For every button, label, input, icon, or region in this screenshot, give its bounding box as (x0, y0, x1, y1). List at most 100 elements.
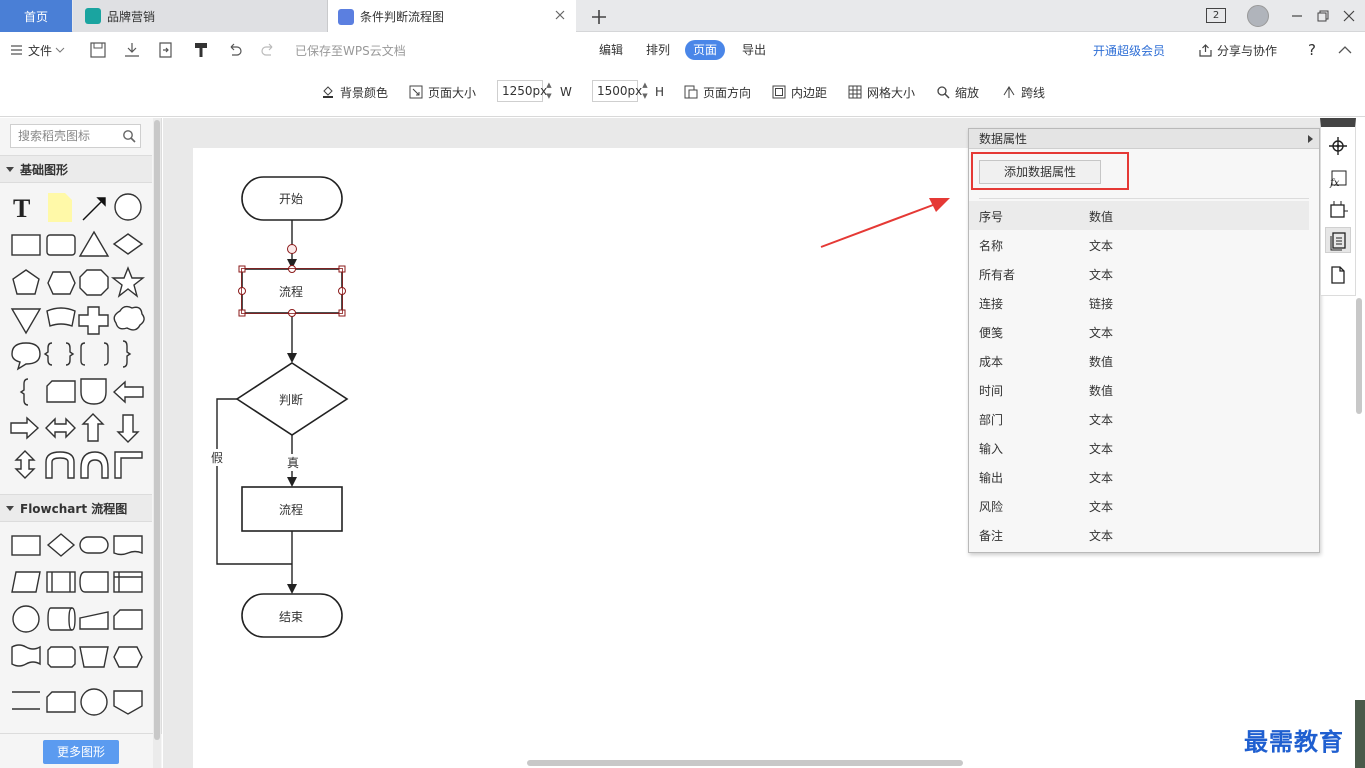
menu-edit[interactable]: 编辑 (591, 40, 631, 60)
attribute-type: 文本 (1089, 413, 1114, 427)
attribute-key: 风险 (979, 500, 1004, 514)
grid-size-label: 网格大小 (867, 85, 916, 100)
restore-icon[interactable] (1313, 6, 1333, 26)
menu-page[interactable]: 页面 (685, 40, 726, 60)
section-flowchart-label: Flowchart 流程图 (20, 501, 128, 516)
page-icon[interactable] (1328, 265, 1348, 285)
attribute-row[interactable]: 风险 文本 (969, 491, 1309, 520)
resize-page-icon[interactable] (1328, 200, 1348, 220)
attribute-row[interactable]: 备注 文本 (969, 520, 1309, 549)
section-basic-label: 基础图形 (20, 162, 69, 177)
minimize-icon[interactable] (1287, 6, 1307, 26)
page-height-input[interactable]: 1500px (592, 80, 642, 102)
attribute-type: 数值 (1089, 355, 1114, 369)
attribute-header-row[interactable]: 序号 数值 (969, 201, 1309, 230)
export-icon[interactable] (157, 41, 175, 59)
attribute-type: 链接 (1089, 297, 1114, 311)
width-stepper[interactable]: ▲ ▼ (544, 80, 554, 102)
horizontal-scrollbar[interactable] (527, 760, 963, 766)
undo-icon[interactable] (226, 41, 244, 59)
tab-flowchart-document[interactable]: 条件判断流程图 (328, 0, 576, 33)
help-button[interactable]: ? (1308, 40, 1316, 60)
attribute-row[interactable]: 所有者 文本 (969, 259, 1309, 288)
window-count-badge[interactable]: 2 (1206, 8, 1226, 23)
close-window-icon[interactable] (1339, 6, 1359, 26)
avatar[interactable] (1247, 5, 1269, 27)
attribute-row[interactable]: 连接 链接 (969, 288, 1309, 317)
width-unit-label: W (560, 85, 572, 99)
section-basic-shapes[interactable]: 基础图形 (0, 155, 152, 183)
close-icon[interactable] (554, 9, 566, 21)
attribute-key: 输入 (979, 442, 1004, 456)
attribute-type: 文本 (1089, 442, 1114, 456)
menu-export[interactable]: 导出 (734, 40, 774, 60)
tab-home[interactable]: 首页 (0, 0, 72, 32)
background-color-button[interactable]: 背景颜色 (321, 83, 388, 101)
attribute-type: 文本 (1089, 239, 1114, 253)
attribute-type: 文本 (1089, 529, 1114, 543)
save-icon[interactable] (89, 41, 107, 59)
attribute-key: 连接 (979, 297, 1004, 311)
search-icon (937, 86, 950, 99)
vertical-scrollbar[interactable] (1356, 298, 1362, 414)
format-painter-icon[interactable] (192, 41, 210, 59)
orientation-label: 页面方向 (703, 85, 752, 100)
share-label: 分享与协作 (1217, 43, 1278, 58)
attribute-row[interactable]: 输出 文本 (969, 462, 1309, 491)
file-menu-label: 文件 (28, 43, 53, 58)
scrollbar-thumb[interactable] (154, 120, 160, 740)
attribute-key: 输出 (979, 471, 1004, 485)
navigator-icon[interactable] (1328, 136, 1348, 156)
attribute-row[interactable]: 时间 数值 (969, 375, 1309, 404)
section-flowchart[interactable]: Flowchart 流程图 (0, 494, 152, 522)
file-menu[interactable]: 文件 (10, 40, 65, 60)
zoom-button[interactable]: 缩放 (936, 83, 979, 101)
formula-icon[interactable]: fx (1328, 169, 1348, 189)
watermark: 最需教育 (1244, 727, 1344, 756)
share-icon (1199, 44, 1212, 57)
menu-arrange[interactable]: 排列 (638, 40, 678, 60)
data-document-icon[interactable] (1328, 231, 1348, 251)
attribute-key: 备注 (979, 529, 1004, 543)
flowchart-shapes-grid[interactable] (8, 528, 150, 738)
grid-size-button[interactable]: 网格大小 (848, 83, 915, 101)
search-icon[interactable] (122, 129, 136, 143)
attribute-row[interactable]: 便笺 文本 (969, 317, 1309, 346)
share-icon (85, 8, 101, 24)
attribute-row[interactable]: 输入 文本 (969, 433, 1309, 462)
attribute-row[interactable]: 成本 数值 (969, 346, 1309, 375)
page-width-input[interactable]: 1250px (497, 80, 547, 102)
download-icon[interactable] (123, 41, 141, 59)
attribute-key: 名称 (979, 239, 1004, 253)
basic-shapes-grid[interactable]: T (8, 190, 150, 490)
height-stepper[interactable]: ▲ ▼ (640, 80, 650, 102)
attribute-type: 文本 (1089, 326, 1114, 340)
shape-library-panel: 搜索稻壳图标 基础图形 T Flowchart 流程图 更多图形 (0, 118, 162, 768)
page-toolbar: 背景颜色 页面大小 1250px ▲ ▼ W 1500px ▲ ▼ H 页面方向 内… (0, 66, 1365, 117)
left-panel-scrollbar[interactable] (153, 118, 161, 768)
data-attributes-panel: 数据属性 添加数据属性 序号 数值 名称 文本 所有者 文本 连接 链接 便笺 文本 成… (968, 128, 1320, 553)
chevron-up-icon[interactable] (1336, 41, 1354, 59)
more-shapes-button[interactable]: 更多图形 (43, 740, 119, 764)
page-size-button[interactable]: 页面大小 (409, 83, 476, 101)
line-jump-button[interactable]: 跨线 (1002, 83, 1045, 101)
svg-text:fx: fx (1329, 178, 1340, 189)
attribute-row[interactable]: 名称 文本 (969, 230, 1309, 259)
collapse-arrow-icon[interactable] (1308, 135, 1313, 143)
attribute-key: 部门 (979, 413, 1004, 427)
collapse-triangle-icon (6, 166, 14, 172)
redo-icon[interactable] (259, 41, 277, 59)
data-panel-title: 数据属性 (969, 129, 1319, 149)
tab-brand-marketing[interactable]: 品牌营销 (73, 0, 328, 32)
attribute-row[interactable]: 部门 文本 (969, 404, 1309, 433)
attribute-type: 文本 (1089, 268, 1114, 282)
share-button[interactable]: 分享与协作 (1198, 40, 1277, 60)
new-tab-button[interactable] (588, 6, 610, 28)
grid-icon (848, 85, 862, 99)
vip-link[interactable]: 开通超级会员 (1093, 40, 1165, 60)
page-size-label: 页面大小 (428, 85, 477, 100)
padding-button[interactable]: 内边距 (772, 83, 827, 101)
tab-active-label: 条件判断流程图 (360, 10, 445, 24)
orientation-button[interactable]: 页面方向 (684, 83, 751, 101)
attribute-key: 成本 (979, 355, 1004, 369)
